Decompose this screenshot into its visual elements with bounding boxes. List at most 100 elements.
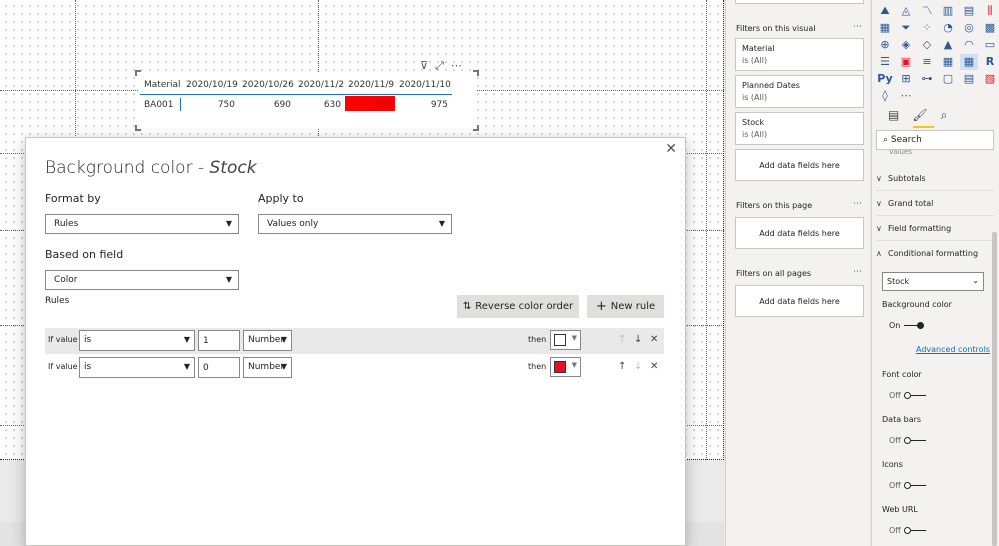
table-cell: 630 <box>323 100 341 110</box>
column-header[interactable]: Material <box>144 80 181 90</box>
column-header[interactable]: 2020/11/9 <box>348 80 394 90</box>
close-icon[interactable]: ✕ <box>665 141 677 157</box>
operator-select[interactable]: is ▼ <box>79 357 195 378</box>
move-down-icon[interactable]: ↓ <box>634 334 642 345</box>
card-icon[interactable]: ▭ <box>981 37 999 53</box>
move-down-icon[interactable]: ↓ <box>634 361 642 372</box>
stacked-area-icon[interactable]: ▦ <box>876 20 894 36</box>
value-type-select[interactable]: Number ▼ <box>243 330 292 351</box>
operator-select[interactable]: is ▼ <box>79 330 195 351</box>
filter-card-partial[interactable] <box>735 0 864 4</box>
python-visual-icon[interactable]: Py <box>876 71 894 87</box>
focus-mode-icon[interactable]: ⤢ <box>435 59 444 73</box>
column-header[interactable]: 2020/10/26 <box>242 80 294 90</box>
more-options-icon[interactable]: ⋯ <box>853 199 862 209</box>
decomposition-icon[interactable]: ⊶ <box>918 71 936 87</box>
map-icon[interactable]: ⊕ <box>876 37 894 53</box>
filled-map-icon[interactable]: ◈ <box>897 37 915 53</box>
move-up-icon[interactable]: ↑ <box>618 361 626 372</box>
more-options-icon[interactable]: ⋯ <box>853 22 862 32</box>
resize-handle[interactable] <box>135 70 141 76</box>
delete-rule-icon[interactable]: ✕ <box>650 334 658 345</box>
rule-value-input[interactable]: 0 <box>198 357 240 378</box>
value-type-select[interactable]: Number ▼ <box>243 357 292 378</box>
resize-handle[interactable] <box>135 125 141 131</box>
resize-handle[interactable] <box>473 70 479 76</box>
gauge-icon[interactable]: ◠ <box>960 37 978 53</box>
data-bars-toggle[interactable] <box>904 437 926 444</box>
swap-icon: ⇅ <box>462 301 472 312</box>
advanced-controls-link[interactable]: Advanced controls <box>916 345 990 354</box>
column-header[interactable]: 2020/10/19 <box>186 80 238 90</box>
operator-value: is <box>84 335 92 345</box>
scrollbar[interactable] <box>992 232 997 546</box>
add-data-fields-all-pages[interactable]: Add data fields here <box>735 285 864 317</box>
add-data-fields-page[interactable]: Add data fields here <box>735 217 864 249</box>
azure-map-icon[interactable]: ▲ <box>939 37 957 53</box>
field-formatting-section[interactable]: ∨ Field formatting <box>876 224 994 241</box>
stacked-bar-icon[interactable]: ▤ <box>960 3 978 19</box>
multirow-card-icon[interactable]: ▣ <box>897 54 915 70</box>
narrative-icon[interactable]: ▤ <box>960 71 978 87</box>
rule-value-input[interactable]: 1 <box>198 330 240 351</box>
grand-total-section[interactable]: ∨ Grand total <box>876 199 994 216</box>
font-color-toggle[interactable] <box>904 392 926 399</box>
reverse-color-order-button[interactable]: ⇅ Reverse color order <box>457 295 579 318</box>
format-search-input[interactable]: ⌕ Search <box>876 130 994 150</box>
background-color-toggle[interactable] <box>904 322 924 329</box>
power-apps-icon[interactable]: ◊ <box>876 88 894 104</box>
add-data-fields-visual[interactable]: Add data fields here <box>735 149 864 181</box>
chevron-down-icon: ∨ <box>876 199 882 208</box>
filter-icon[interactable]: ⊽ <box>420 59 428 73</box>
resize-handle[interactable] <box>473 125 479 131</box>
ribbon-icon[interactable]: ⫼ <box>981 3 999 19</box>
table-visual[interactable]: ⊽ ⤢ ⋯ Material 2020/10/19 2020/10/26 202… <box>135 59 479 131</box>
new-rule-button[interactable]: + New rule <box>587 295 664 318</box>
move-up-icon[interactable]: ↑ <box>618 334 626 345</box>
paginated-icon[interactable]: ▧ <box>981 71 999 87</box>
toggle-knob <box>904 527 911 534</box>
format-by-select[interactable]: Rules ▼ <box>45 214 239 234</box>
filter-card-stock[interactable]: Stock is (All) <box>735 112 864 145</box>
line-area-icon[interactable]: ◬ <box>897 3 915 19</box>
based-on-select[interactable]: Color ▼ <box>45 270 239 290</box>
more-visuals-icon[interactable]: ⋯ <box>897 88 915 104</box>
pie-icon[interactable]: ◔ <box>939 20 957 36</box>
filters-all-pages-label: Filters on all pages <box>736 269 812 278</box>
color-picker[interactable]: ▼ <box>550 357 581 377</box>
key-influencers-icon[interactable]: ⊞ <box>897 71 915 87</box>
toggle-knob <box>917 322 924 329</box>
funnel-icon[interactable]: ⏷ <box>897 20 915 36</box>
treemap-icon[interactable]: ▩ <box>981 20 999 36</box>
r-visual-icon[interactable]: R <box>981 54 999 70</box>
more-options-icon[interactable]: ⋯ <box>853 267 862 277</box>
slicer-icon[interactable]: ≡ <box>918 54 936 70</box>
conditional-formatting-section[interactable]: ∧ Conditional formatting <box>876 249 994 265</box>
apply-to-select[interactable]: Values only ▼ <box>258 214 452 234</box>
format-paint-icon[interactable]: 🖌 <box>912 108 927 123</box>
donut-icon[interactable]: ◎ <box>960 20 978 36</box>
subtotals-section[interactable]: ∨ Subtotals <box>876 174 994 191</box>
filter-card-planned-dates[interactable]: Planned Dates is (All) <box>735 75 864 108</box>
cf-field-select[interactable]: Stock ⌄ <box>882 272 984 291</box>
filter-card-material[interactable]: Material is (All) <box>735 38 864 71</box>
column-header[interactable]: 2020/11/10 <box>399 80 451 90</box>
shape-map-icon[interactable]: ◇ <box>918 37 936 53</box>
column-header[interactable]: 2020/11/2 <box>298 80 344 90</box>
more-options-icon[interactable]: ⋯ <box>451 59 462 73</box>
filters-visual-label: Filters on this visual <box>736 24 816 33</box>
color-picker[interactable]: ▼ <box>550 330 581 350</box>
fields-tab-icon[interactable]: ▤ <box>888 108 899 123</box>
qa-icon[interactable]: ▢ <box>939 71 957 87</box>
area-chart-icon[interactable]: ⛰ <box>876 3 894 19</box>
line-icon[interactable]: 〽 <box>918 3 936 19</box>
scatter-icon[interactable]: ⁘ <box>918 20 936 36</box>
web-url-toggle[interactable] <box>904 527 926 534</box>
icons-toggle[interactable] <box>904 482 926 489</box>
kpi-icon[interactable]: ☰ <box>876 54 894 70</box>
column-icon[interactable]: ▥ <box>939 3 957 19</box>
delete-rule-icon[interactable]: ✕ <box>650 361 658 372</box>
matrix-icon[interactable]: ▦ <box>960 54 978 70</box>
table-icon[interactable]: ▦ <box>939 54 957 70</box>
analytics-icon[interactable]: ⌕ <box>941 108 948 123</box>
